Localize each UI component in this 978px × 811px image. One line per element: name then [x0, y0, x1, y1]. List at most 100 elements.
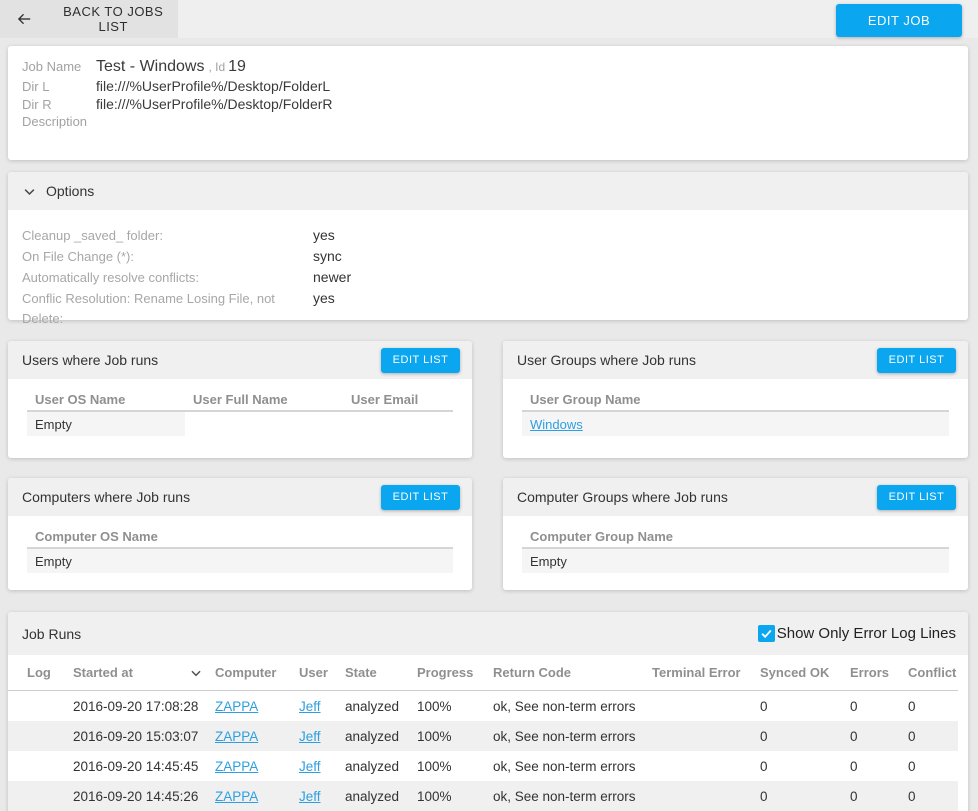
- user-group-row: Windows: [522, 412, 949, 436]
- computer-link[interactable]: ZAPPA: [215, 789, 258, 804]
- option-value: yes: [313, 290, 335, 306]
- options-card: Options Cleanup _saved_ folder: yes On F…: [8, 172, 968, 326]
- cell-state: analyzed: [345, 698, 400, 714]
- column-user: User: [299, 665, 328, 680]
- option-label: On File Change (*):: [22, 249, 134, 264]
- computer-link[interactable]: ZAPPA: [215, 729, 258, 744]
- job-name-row: Job Name Test - Windows, Id 19: [22, 57, 954, 77]
- job-name-label: Job Name: [22, 59, 82, 74]
- cell-conflict: 0: [908, 728, 916, 744]
- column-user-full-name: User Full Name: [193, 391, 288, 407]
- cell-progress: 100%: [417, 728, 452, 744]
- back-arrow-icon: [17, 13, 31, 25]
- cell-errors: 0: [850, 788, 858, 804]
- cell-computer: ZAPPA: [215, 729, 299, 744]
- cell-started-at: 2016-09-20 14:45:26: [73, 788, 199, 804]
- computer-groups-table-header: Computer Group Name: [522, 525, 949, 549]
- computers-panel-header: Computers where Job runs EDIT LIST: [8, 478, 472, 516]
- job-id-label: , Id: [208, 60, 226, 74]
- options-body: Cleanup _saved_ folder: yes On File Chan…: [8, 210, 968, 344]
- dir-r-label: Dir R: [22, 97, 52, 112]
- computers-table-header: Computer OS Name: [27, 525, 453, 549]
- cell-started-at: 2016-09-20 15:03:07: [73, 728, 199, 744]
- job-runs-table-header: Log Started at Computer User State Progr…: [8, 655, 958, 691]
- users-empty-row: Empty: [27, 412, 453, 436]
- error-log-filter: Show Only Error Log Lines: [757, 625, 956, 642]
- user-link[interactable]: Jeff: [299, 759, 321, 774]
- computers-empty-row: Empty: [27, 549, 453, 573]
- user-groups-table-header: User Group Name: [522, 388, 949, 412]
- cell-synced-ok: 0: [760, 698, 768, 714]
- options-header[interactable]: Options: [8, 172, 968, 210]
- computer-link[interactable]: ZAPPA: [215, 699, 258, 714]
- cell-user: Jeff: [299, 729, 345, 744]
- show-only-error-log-lines-checkbox[interactable]: [757, 625, 775, 642]
- computer-link[interactable]: ZAPPA: [215, 759, 258, 774]
- column-return-code: Return Code: [493, 665, 571, 680]
- computer-groups-panel-title: Computer Groups where Job runs: [517, 489, 728, 505]
- column-errors: Errors: [850, 665, 890, 680]
- column-synced-ok: Synced OK: [760, 665, 830, 680]
- cell-synced-ok: 0: [760, 788, 768, 804]
- computer-groups-panel-header: Computer Groups where Job runs EDIT LIST: [503, 478, 968, 516]
- cell-conflict: 0: [908, 758, 916, 774]
- user-link[interactable]: Jeff: [299, 699, 321, 714]
- cell-return-code: ok, See non-term errors: [493, 728, 636, 744]
- cell-started-at: 2016-09-20 17:08:28: [73, 698, 199, 714]
- cell-progress: 100%: [417, 758, 452, 774]
- options-title: Options: [46, 183, 95, 199]
- cell-computer: ZAPPA: [215, 759, 299, 774]
- user-groups-table: User Group Name Windows: [503, 379, 968, 436]
- column-user-os-name: User OS Name: [35, 391, 126, 407]
- column-computer-os-name: Computer OS Name: [35, 528, 158, 544]
- option-label: Automatically resolve conflicts:: [22, 270, 200, 285]
- user-group-link[interactable]: Windows: [530, 417, 583, 432]
- description-label: Description: [22, 114, 88, 129]
- option-row: Automatically resolve conflicts: newer: [22, 267, 954, 288]
- cell-state: analyzed: [345, 758, 400, 774]
- job-runs-table: Log Started at Computer User State Progr…: [8, 655, 958, 811]
- edit-job-button[interactable]: EDIT JOB: [836, 4, 962, 37]
- job-detail-page: BACK TO JOBS LIST EDIT JOB Job Name Test…: [0, 0, 978, 811]
- cell-conflict: 0: [908, 698, 916, 714]
- option-value: newer: [313, 269, 352, 285]
- computers-panel: Computers where Job runs EDIT LIST Compu…: [8, 478, 472, 590]
- option-label: Cleanup _saved_ folder:: [22, 228, 163, 243]
- cell-computer: ZAPPA: [215, 699, 299, 714]
- cell-return-code: ok, See non-term errors: [493, 788, 636, 804]
- sort-descending-icon: [191, 670, 201, 676]
- cell-progress: 100%: [417, 698, 452, 714]
- cell-state: analyzed: [345, 728, 400, 744]
- option-value: sync: [313, 248, 342, 264]
- job-runs-title: Job Runs: [22, 625, 82, 642]
- column-user-group-name: User Group Name: [530, 391, 641, 407]
- back-to-jobs-list-button[interactable]: BACK TO JOBS LIST: [0, 0, 178, 38]
- job-name-value: Test - Windows, Id 19: [96, 58, 246, 75]
- job-run-row: 2016-09-20 17:08:28 ZAPPA Jeff analyzed …: [8, 691, 958, 721]
- user-groups-panel: User Groups where Job runs EDIT LIST Use…: [503, 341, 968, 458]
- cell-user: Jeff: [299, 759, 345, 774]
- users-empty-cell: Empty: [27, 412, 185, 436]
- cell-errors: 0: [850, 698, 858, 714]
- cell-user: Jeff: [299, 699, 345, 714]
- edit-users-list-button[interactable]: EDIT LIST: [381, 347, 460, 373]
- dir-r-value: file:///%UserProfile%/Desktop/FolderR: [96, 96, 333, 112]
- user-link[interactable]: Jeff: [299, 729, 321, 744]
- option-value: yes: [313, 227, 335, 243]
- edit-user-groups-list-button[interactable]: EDIT LIST: [877, 347, 956, 373]
- column-started-at[interactable]: Started at: [73, 665, 215, 680]
- column-log: Log: [27, 665, 51, 680]
- user-link[interactable]: Jeff: [299, 789, 321, 804]
- user-groups-panel-header: User Groups where Job runs EDIT LIST: [503, 341, 968, 379]
- computers-table: Computer OS Name Empty: [8, 516, 472, 573]
- edit-computers-list-button[interactable]: EDIT LIST: [381, 484, 460, 510]
- cell-started-at: 2016-09-20 14:45:45: [73, 758, 199, 774]
- checkmark-icon: [761, 629, 772, 639]
- dir-r-row: Dir R file:///%UserProfile%/Desktop/Fold…: [22, 95, 954, 113]
- column-progress: Progress: [417, 665, 474, 680]
- dir-l-value: file:///%UserProfile%/Desktop/FolderL: [96, 78, 331, 94]
- chevron-down-icon: [24, 188, 35, 195]
- column-user-email: User Email: [351, 391, 419, 407]
- edit-computer-groups-list-button[interactable]: EDIT LIST: [877, 484, 956, 510]
- job-info-card: Job Name Test - Windows, Id 19 Dir L file…: [8, 46, 968, 160]
